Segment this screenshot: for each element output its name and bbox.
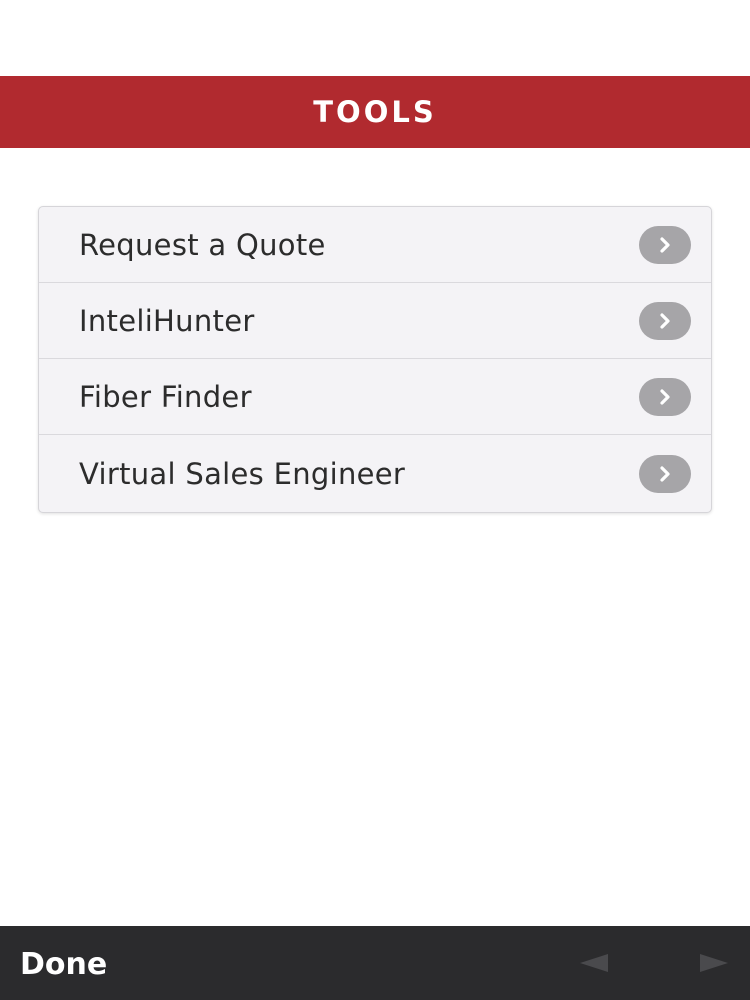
tools-list: Request a Quote InteliHunter Fiber Finde… xyxy=(38,206,712,513)
chevron-right-icon xyxy=(639,454,691,493)
tool-item-request-a-quote[interactable]: Request a Quote xyxy=(39,207,711,283)
tool-item-intelihunter[interactable]: InteliHunter xyxy=(39,283,711,359)
chevron-right-icon xyxy=(639,301,691,340)
page-title: TOOLS xyxy=(313,95,437,129)
tool-item-label: Fiber Finder xyxy=(79,379,252,414)
header-bar: TOOLS xyxy=(0,76,750,148)
done-button[interactable]: Done xyxy=(20,926,107,1000)
tools-page: TOOLS Request a Quote InteliHunter Fiber… xyxy=(0,0,750,1000)
tool-item-virtual-sales-engineer[interactable]: Virtual Sales Engineer xyxy=(39,435,711,512)
tool-item-fiber-finder[interactable]: Fiber Finder xyxy=(39,359,711,435)
chevron-right-icon xyxy=(639,377,691,416)
chevron-right-icon xyxy=(639,225,691,264)
tool-item-label: Request a Quote xyxy=(79,227,326,262)
tool-item-label: InteliHunter xyxy=(79,303,255,338)
tool-item-label: Virtual Sales Engineer xyxy=(79,456,406,491)
bottom-toolbar: Done xyxy=(0,926,750,1000)
back-arrow-icon[interactable] xyxy=(580,954,608,972)
forward-arrow-icon[interactable] xyxy=(700,954,728,972)
